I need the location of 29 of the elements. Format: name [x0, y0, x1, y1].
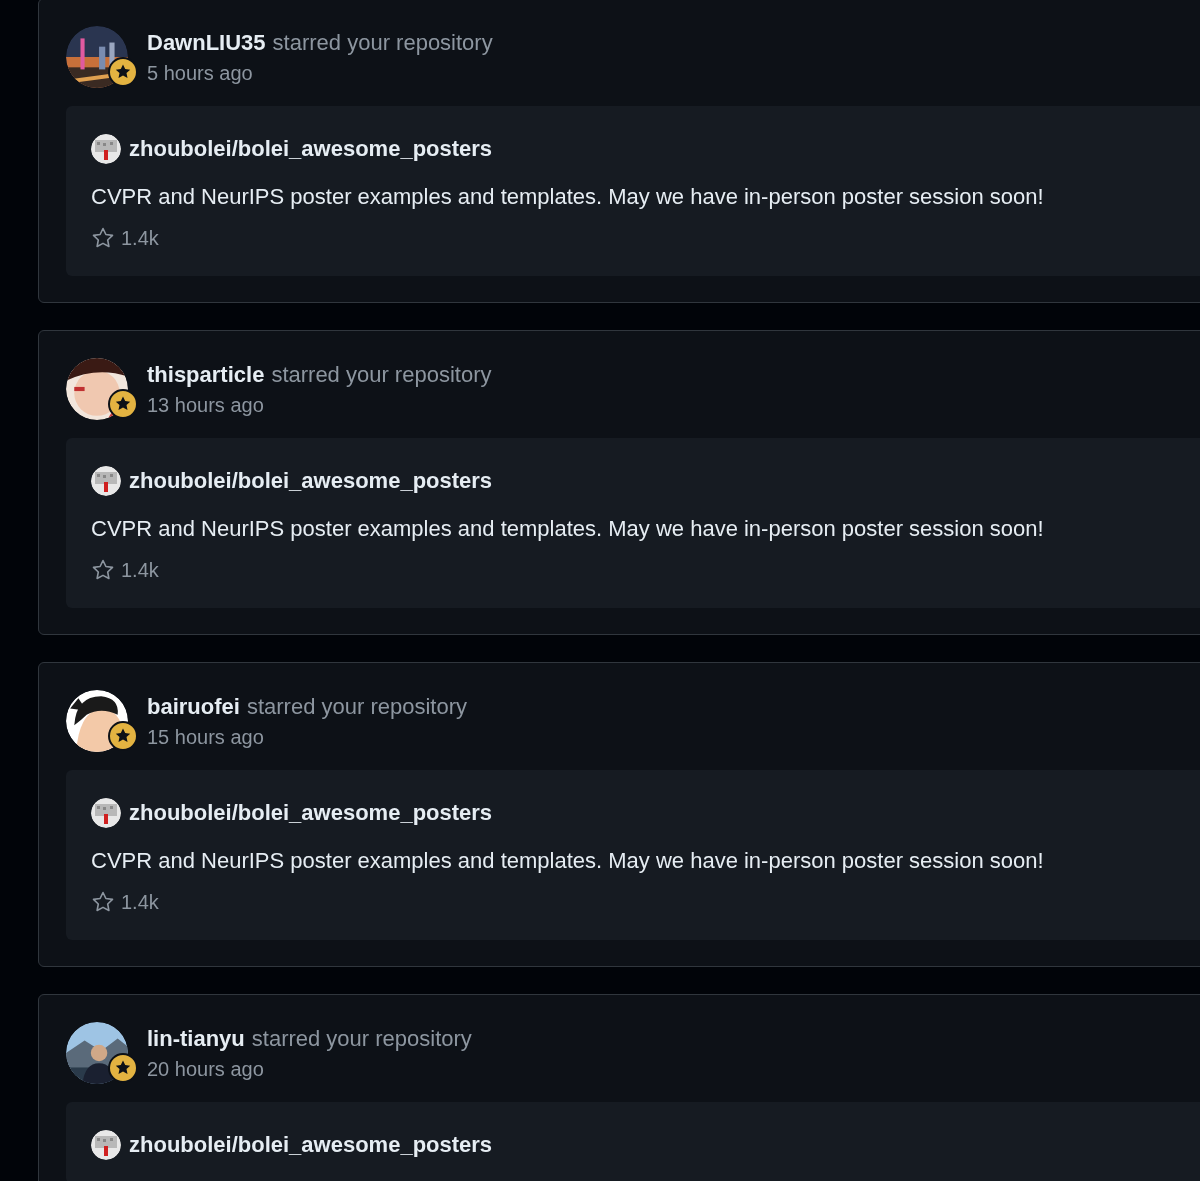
repo-link[interactable]: zhoubolei/bolei_awesome_posters: [129, 1130, 493, 1160]
event-time: 20 hours ago: [147, 1057, 265, 1082]
star-count: 1.4k: [121, 890, 159, 915]
star-badge-icon: [108, 721, 138, 751]
user-link[interactable]: bairuofei: [147, 692, 240, 722]
event-time: 5 hours ago: [147, 61, 254, 86]
repo-link[interactable]: zhoubolei/bolei_awesome_posters: [129, 466, 493, 496]
user-link[interactable]: thisparticle: [147, 360, 265, 390]
event-action: starred your repository: [246, 693, 467, 721]
star-badge-icon: [108, 57, 138, 87]
star-icon: [91, 226, 115, 250]
event-time: 13 hours ago: [147, 393, 265, 418]
user-link[interactable]: lin-tianyu: [147, 1024, 245, 1054]
repo-link[interactable]: zhoubolei/bolei_awesome_posters: [129, 798, 493, 828]
star-icon: [91, 890, 115, 914]
star-badge-icon: [108, 1053, 138, 1083]
event-action: starred your repository: [271, 361, 492, 389]
event-action: starred your repository: [272, 29, 493, 57]
repo-description: CVPR and NeurIPS poster examples and templates. May we have in-person poster session soon!: [91, 183, 1045, 211]
star-badge-icon: [108, 389, 138, 419]
star-count: 1.4k: [121, 558, 159, 583]
repo-link[interactable]: zhoubolei/bolei_awesome_posters: [129, 134, 493, 164]
repo-description: CVPR and NeurIPS poster examples and templates. May we have in-person poster session soon!: [91, 515, 1045, 543]
event-action: starred your repository: [251, 1025, 472, 1053]
user-link[interactable]: DawnLIU35: [147, 28, 266, 58]
repo-description: CVPR and NeurIPS poster examples and templates. May we have in-person poster session soon!: [91, 847, 1045, 875]
event-time: 15 hours ago: [147, 725, 265, 750]
star-icon: [91, 558, 115, 582]
star-count: 1.4k: [121, 226, 159, 251]
